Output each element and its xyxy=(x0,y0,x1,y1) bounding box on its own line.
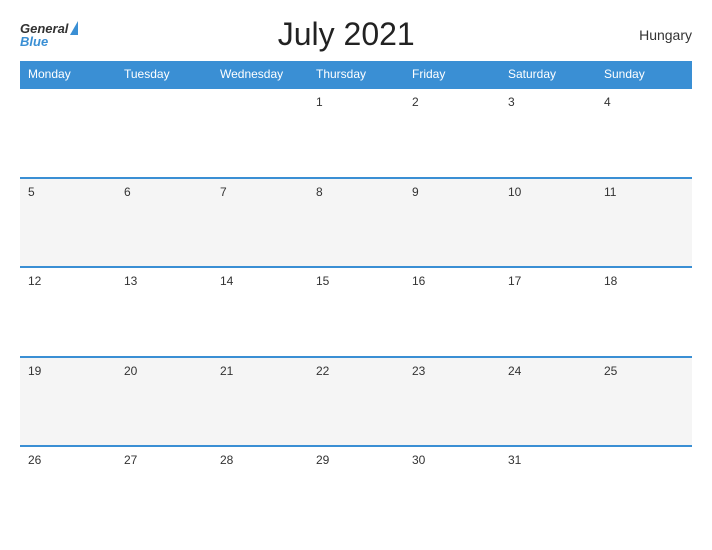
day-number: 8 xyxy=(316,185,323,199)
calendar-cell: 29 xyxy=(308,446,404,534)
day-number: 9 xyxy=(412,185,419,199)
calendar-cell: 1 xyxy=(308,88,404,178)
day-number: 31 xyxy=(508,453,521,467)
day-number: 15 xyxy=(316,274,329,288)
day-number: 6 xyxy=(124,185,131,199)
day-number: 11 xyxy=(604,185,616,199)
week-row-4: 19 20 21 22 23 24 25 xyxy=(20,357,692,447)
day-number: 2 xyxy=(412,95,419,109)
calendar-cell: 31 xyxy=(500,446,596,534)
day-number: 27 xyxy=(124,453,137,467)
calendar-cell: 21 xyxy=(212,357,308,447)
day-number: 13 xyxy=(124,274,137,288)
logo: General Blue xyxy=(20,21,80,48)
calendar-cell: 18 xyxy=(596,267,692,357)
day-number: 1 xyxy=(316,95,323,109)
calendar-cell: 17 xyxy=(500,267,596,357)
calendar-cell: 20 xyxy=(116,357,212,447)
weekday-header-sunday: Sunday xyxy=(596,61,692,88)
calendar-cell: 19 xyxy=(20,357,116,447)
calendar-cell: 26 xyxy=(20,446,116,534)
calendar-cell xyxy=(212,88,308,178)
calendar-cell xyxy=(20,88,116,178)
day-number: 24 xyxy=(508,364,521,378)
day-number: 30 xyxy=(412,453,425,467)
calendar-cell: 12 xyxy=(20,267,116,357)
day-number: 17 xyxy=(508,274,521,288)
weekday-header-thursday: Thursday xyxy=(308,61,404,88)
week-row-1: 1 2 3 4 xyxy=(20,88,692,178)
calendar-cell: 10 xyxy=(500,178,596,268)
day-number: 10 xyxy=(508,185,521,199)
calendar-cell: 27 xyxy=(116,446,212,534)
day-number: 26 xyxy=(28,453,41,467)
weekday-header-monday: Monday xyxy=(20,61,116,88)
page-title: July 2021 xyxy=(80,16,612,53)
calendar-cell xyxy=(596,446,692,534)
day-number: 5 xyxy=(28,185,35,199)
weekday-header-wednesday: Wednesday xyxy=(212,61,308,88)
calendar-cell: 8 xyxy=(308,178,404,268)
calendar-cell: 9 xyxy=(404,178,500,268)
weekday-header-tuesday: Tuesday xyxy=(116,61,212,88)
calendar-cell: 23 xyxy=(404,357,500,447)
day-number: 19 xyxy=(28,364,41,378)
day-number: 29 xyxy=(316,453,329,467)
calendar-cell: 30 xyxy=(404,446,500,534)
calendar-cell: 25 xyxy=(596,357,692,447)
logo-general-text: General xyxy=(20,22,68,35)
calendar-cell: 13 xyxy=(116,267,212,357)
calendar-cell: 22 xyxy=(308,357,404,447)
day-number: 12 xyxy=(28,274,41,288)
day-number: 16 xyxy=(412,274,425,288)
logo-triangle-icon xyxy=(70,21,78,35)
calendar-cell: 15 xyxy=(308,267,404,357)
calendar-cell: 6 xyxy=(116,178,212,268)
day-number: 18 xyxy=(604,274,617,288)
calendar-cell: 16 xyxy=(404,267,500,357)
calendar-cell: 28 xyxy=(212,446,308,534)
calendar-cell: 7 xyxy=(212,178,308,268)
calendar-cell: 3 xyxy=(500,88,596,178)
weekday-header-friday: Friday xyxy=(404,61,500,88)
day-number: 23 xyxy=(412,364,425,378)
country-label: Hungary xyxy=(612,27,692,43)
calendar-cell: 24 xyxy=(500,357,596,447)
calendar-cell: 5 xyxy=(20,178,116,268)
weekday-header-saturday: Saturday xyxy=(500,61,596,88)
week-row-2: 5 6 7 8 9 10 11 xyxy=(20,178,692,268)
page-header: General Blue July 2021 Hungary xyxy=(20,16,692,53)
logo-blue-text: Blue xyxy=(20,35,48,48)
calendar-cell: 4 xyxy=(596,88,692,178)
day-number: 25 xyxy=(604,364,617,378)
week-row-5: 26 27 28 29 30 31 xyxy=(20,446,692,534)
calendar-cell xyxy=(116,88,212,178)
weekday-header-row: MondayTuesdayWednesdayThursdayFridaySatu… xyxy=(20,61,692,88)
day-number: 7 xyxy=(220,185,227,199)
day-number: 20 xyxy=(124,364,137,378)
day-number: 14 xyxy=(220,274,233,288)
day-number: 21 xyxy=(220,364,233,378)
day-number: 4 xyxy=(604,95,611,109)
day-number: 3 xyxy=(508,95,515,109)
calendar-cell: 11 xyxy=(596,178,692,268)
week-row-3: 12 13 14 15 16 17 18 xyxy=(20,267,692,357)
day-number: 22 xyxy=(316,364,329,378)
calendar-cell: 14 xyxy=(212,267,308,357)
calendar-cell: 2 xyxy=(404,88,500,178)
calendar-table: MondayTuesdayWednesdayThursdayFridaySatu… xyxy=(20,61,692,534)
day-number: 28 xyxy=(220,453,233,467)
